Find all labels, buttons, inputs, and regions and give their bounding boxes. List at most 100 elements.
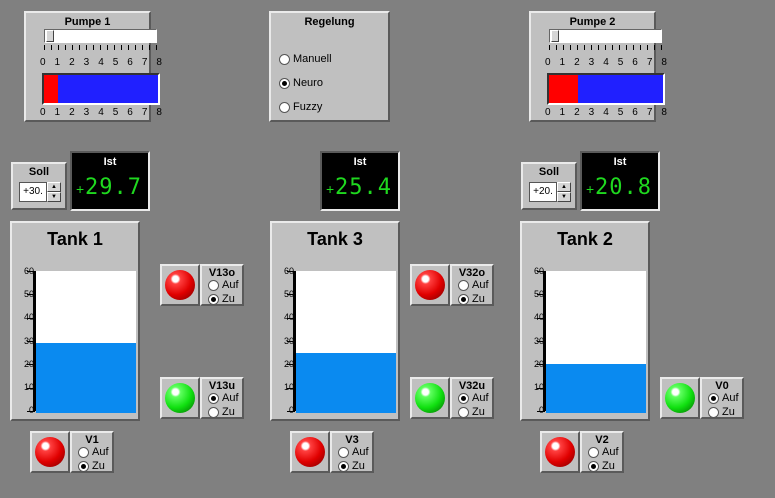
tank-tick xyxy=(537,387,545,389)
radio-icon[interactable] xyxy=(279,53,290,65)
option-label: Zu xyxy=(602,460,615,472)
radio-icon[interactable] xyxy=(458,406,469,418)
radio-icon[interactable] xyxy=(208,406,219,418)
valve-option-zu[interactable]: Zu xyxy=(458,293,489,305)
valve-option-auf[interactable]: Auf xyxy=(458,392,489,404)
valve-option-zu[interactable]: Zu xyxy=(208,293,239,305)
radio-icon[interactable] xyxy=(208,293,219,305)
scale-label: 0 xyxy=(545,107,551,118)
pumpe2-title: Pumpe 2 xyxy=(569,16,616,28)
radio-icon[interactable] xyxy=(78,446,89,458)
scale-label: 6 xyxy=(127,107,133,118)
radio-icon[interactable] xyxy=(708,392,719,404)
status-lamp-icon xyxy=(165,270,195,300)
valve-option-zu[interactable]: Zu xyxy=(338,460,369,472)
tank-tick xyxy=(537,411,545,412)
tank-water xyxy=(546,363,646,413)
valve-option-auf[interactable]: Auf xyxy=(338,446,369,458)
tank-vessel xyxy=(296,271,396,413)
radio-icon[interactable] xyxy=(458,392,469,404)
valve-option-zu[interactable]: Zu xyxy=(708,406,739,418)
valve-option-auf[interactable]: Auf xyxy=(78,446,109,458)
status-lamp-icon xyxy=(165,383,195,413)
valve-V32o: V32o Auf Zu xyxy=(410,264,494,308)
tank-tick xyxy=(287,341,295,342)
scale-label: 1 xyxy=(54,57,61,68)
valve-control: V2 Auf Zu xyxy=(580,431,624,473)
regelung-option-manuell[interactable]: Manuell xyxy=(279,53,332,65)
radio-icon[interactable] xyxy=(279,101,290,113)
valve-option-zu[interactable]: Zu xyxy=(78,460,109,472)
option-label: Zu xyxy=(472,293,485,305)
valve-control: V32o Auf Zu xyxy=(450,264,494,306)
radio-icon[interactable] xyxy=(458,279,469,291)
soll-input[interactable]: +30. xyxy=(19,182,47,202)
scale-label: 3 xyxy=(83,107,90,118)
scale-label: 3 xyxy=(83,57,90,68)
valve-option-auf[interactable]: Auf xyxy=(208,392,239,404)
tank1: Tank 1 6050403020100 xyxy=(10,221,140,421)
radio-icon[interactable] xyxy=(588,460,599,472)
scale-label: 2 xyxy=(69,107,75,118)
pumpe2-flow-bar xyxy=(547,73,665,105)
spin-up-icon[interactable]: ▲ xyxy=(557,182,571,192)
option-label: Zu xyxy=(352,460,365,472)
pumpe2-slider-thumb[interactable] xyxy=(551,30,559,42)
scale-label: 2 xyxy=(574,107,580,118)
valve-option-auf[interactable]: Auf xyxy=(588,446,619,458)
valve-lamp xyxy=(660,377,700,419)
scale-label: 4 xyxy=(98,107,104,118)
radio-icon[interactable] xyxy=(208,392,219,404)
option-label: Zu xyxy=(722,406,735,418)
option-label: Zu xyxy=(222,293,235,305)
ist-sign: + xyxy=(76,181,85,197)
valve-lamp xyxy=(290,431,330,473)
spin-down-icon[interactable]: ▼ xyxy=(47,192,61,202)
soll-spinner[interactable]: ▲ ▼ xyxy=(557,182,571,202)
soll-spinner[interactable]: ▲ ▼ xyxy=(47,182,61,202)
pumpe1-title: Pumpe 1 xyxy=(64,16,111,28)
spin-up-icon[interactable]: ▲ xyxy=(47,182,61,192)
valve-option-zu[interactable]: Zu xyxy=(208,406,239,418)
tank-title: Tank 3 xyxy=(307,229,363,249)
radio-icon[interactable] xyxy=(458,293,469,305)
valve-option-zu[interactable]: Zu xyxy=(588,460,619,472)
valve-option-auf[interactable]: Auf xyxy=(708,392,739,404)
valve-name: V32o xyxy=(458,267,486,279)
valve-V13u: V13u Auf Zu xyxy=(160,377,244,421)
tank-vessel xyxy=(36,271,136,413)
soll-label: Soll xyxy=(28,166,50,178)
tank-tick xyxy=(537,271,545,272)
pumpe2-slider-ticks xyxy=(549,45,662,50)
radio-icon[interactable] xyxy=(78,460,89,472)
radio-icon[interactable] xyxy=(338,460,349,472)
status-lamp-icon xyxy=(295,437,325,467)
radio-icon[interactable] xyxy=(208,279,219,291)
valve-control: V0 Auf Zu xyxy=(700,377,744,419)
pumpe1-panel: Pumpe 1 012345678 012345678 xyxy=(24,11,162,122)
pumpe1-slider-thumb[interactable] xyxy=(46,30,54,42)
scale-label: 6 xyxy=(632,107,638,118)
valve-option-auf[interactable]: Auf xyxy=(458,279,489,291)
radio-icon[interactable] xyxy=(708,406,719,418)
tank-tick xyxy=(287,271,295,272)
valve-lamp xyxy=(540,431,580,473)
radio-icon[interactable] xyxy=(279,77,290,89)
regelung-option-neuro[interactable]: Neuro xyxy=(279,77,332,89)
pumpe2-slider[interactable] xyxy=(549,29,662,43)
tank-tick xyxy=(27,271,35,272)
scale-label: 5 xyxy=(617,107,624,118)
pumpe1-slider[interactable] xyxy=(44,29,157,43)
valve-option-auf[interactable]: Auf xyxy=(208,279,239,291)
soll-input[interactable]: +20. xyxy=(529,182,557,202)
tank-tick xyxy=(537,341,545,342)
radio-icon[interactable] xyxy=(588,446,599,458)
regelung-option-fuzzy[interactable]: Fuzzy xyxy=(279,101,332,113)
scale-label: 6 xyxy=(632,57,638,68)
valve-control: V32u Auf Zu xyxy=(450,377,494,419)
radio-icon[interactable] xyxy=(338,446,349,458)
valve-V3: V3 Auf Zu xyxy=(290,431,374,475)
spin-down-icon[interactable]: ▼ xyxy=(557,192,571,202)
valve-option-zu[interactable]: Zu xyxy=(458,406,489,418)
option-label: Zu xyxy=(472,406,485,418)
